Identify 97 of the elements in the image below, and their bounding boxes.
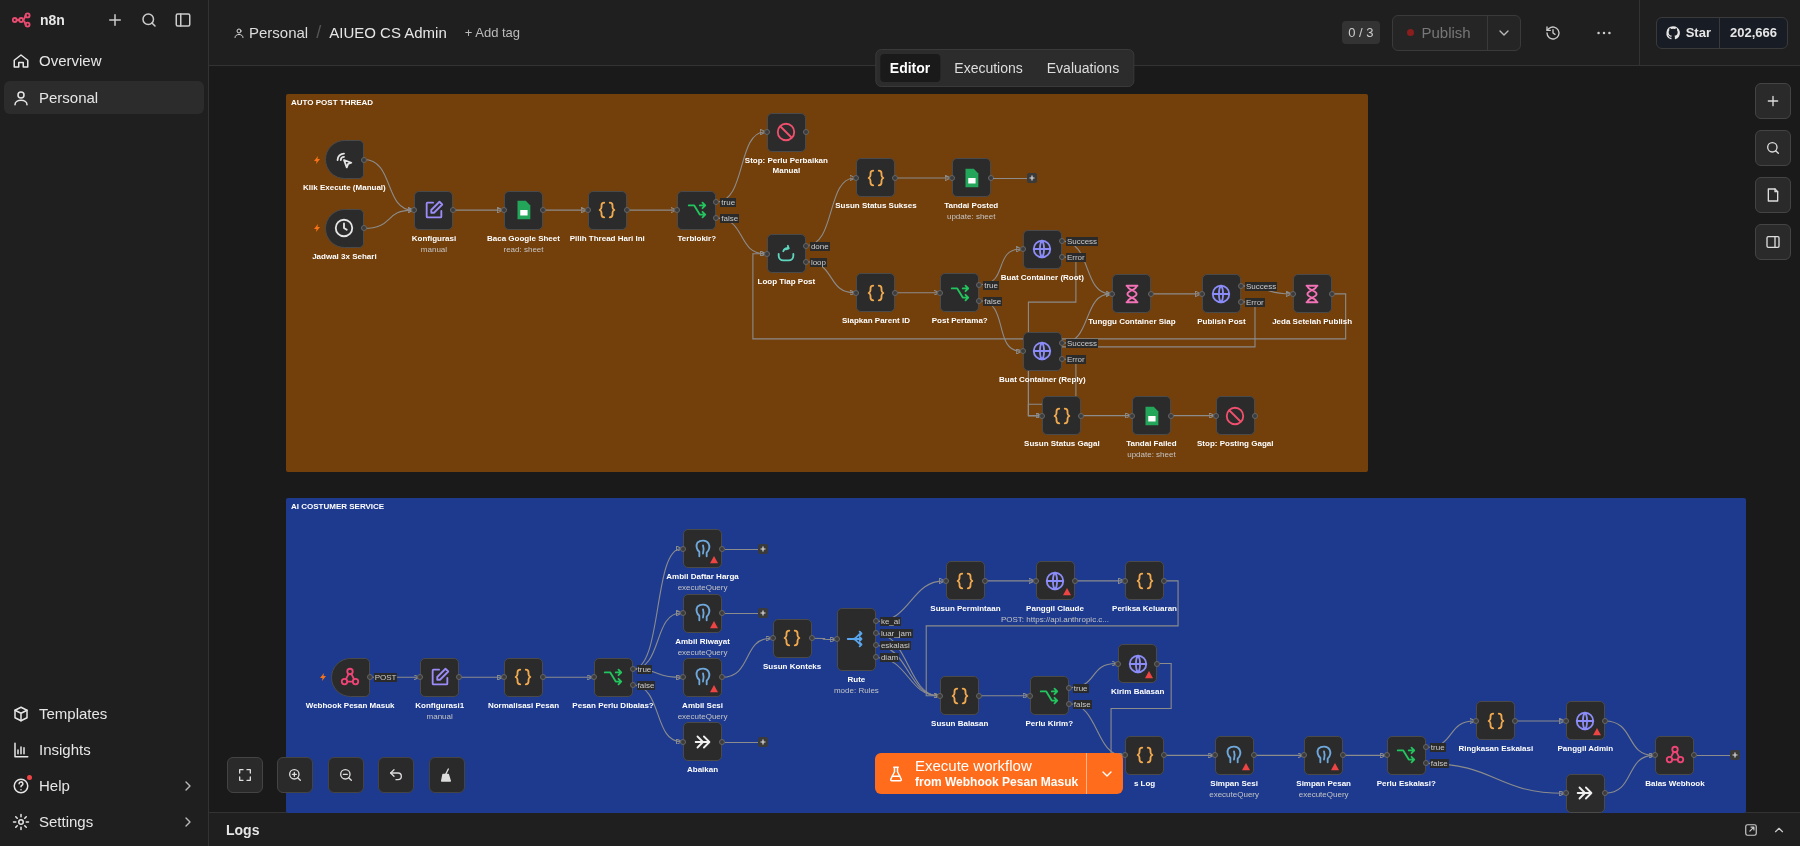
node-label: Klik Execute (Manual) (303, 183, 386, 194)
node-label: Susun Konteks (763, 661, 822, 672)
output-label: loop (809, 257, 827, 267)
node-subtitle: mode: Rules (833, 685, 879, 695)
nav-item[interactable]: Overview (4, 44, 204, 77)
output-label: Success (1244, 281, 1278, 291)
workflow-name[interactable]: AIUEO CS Admin (329, 24, 447, 41)
node-label: Baca Google Sheet (487, 233, 560, 244)
node-label: Loop Tiap Post (757, 277, 816, 288)
output-label: true (720, 198, 737, 208)
node-label: Pesan Perlu Dibalas? (572, 700, 654, 711)
add-tag-link[interactable]: + Add tag (464, 25, 521, 40)
node-label: Ambil Riwayat (675, 636, 730, 647)
node-label: Stop: Perlu Perbaikan Manual (743, 155, 829, 176)
node-label: Konfigurasi1 (415, 700, 465, 711)
node-label: Susun Permintaan (930, 604, 1001, 615)
node-label: Jadwal 3x Sehari (312, 251, 377, 262)
output-label: false (983, 296, 1003, 306)
node-label: Buat Container (Reply) (999, 374, 1086, 385)
node-subtitle: read: sheet (503, 244, 544, 254)
output-label: ke_ai (879, 617, 902, 627)
node-label: Pilih Thread Hari Ini (569, 233, 645, 244)
logs-title: Logs (226, 821, 261, 838)
nav-item[interactable]: Help (4, 769, 204, 802)
node-label: Kirim Balasan (1111, 687, 1165, 698)
node-label: Tandai Posted (944, 201, 999, 212)
node-label: Webhook Pesan Masuk (305, 700, 395, 711)
output-label: luar_jam (879, 629, 913, 639)
output-label: false (720, 214, 740, 224)
node-subtitle: executeQuery (677, 711, 728, 721)
node-label: Perlu Eskalasi? (1376, 778, 1436, 789)
brand-name: n8n (40, 12, 65, 28)
output-label: eskalasi (879, 641, 911, 651)
output-label: Error (1065, 253, 1086, 263)
node-subtitle: manual (420, 244, 448, 254)
node-subtitle: executeQuery (677, 583, 728, 593)
sticky-title: AUTO POST THREAD (291, 98, 374, 107)
node-label: Normalisasi Pesan (487, 700, 560, 711)
node-label: Jeda Setelah Publish (1272, 317, 1353, 328)
github-star-button[interactable]: Star 202,666 (1655, 16, 1788, 49)
node-label: Ringkasan Eskalasi (1458, 744, 1534, 755)
node-label: Buat Container (Root) (1000, 272, 1084, 283)
node-label: Konfigurasi (411, 233, 457, 244)
node-label: Panggil Claude (1026, 604, 1084, 615)
output-label: true (1072, 683, 1089, 693)
view-tab[interactable]: Evaluations (1036, 54, 1130, 82)
node-subtitle: executeQuery (1209, 789, 1259, 799)
breadcrumb-link[interactable]: Personal (233, 24, 309, 41)
node-subtitle: update: sheet (946, 212, 996, 222)
output-label: diam (879, 653, 900, 663)
node-label: Periksa Keluaran (1112, 604, 1177, 615)
output-label: Error (1065, 355, 1086, 365)
node-subtitle: manual (426, 711, 453, 721)
node-label: Terblokir? (677, 233, 717, 244)
output-label: true (636, 665, 653, 675)
node-label: Panggil Admin (1557, 744, 1614, 755)
node-label: Publish Post (1197, 317, 1246, 328)
output-label: POST (373, 673, 398, 683)
node-label: Rute (847, 674, 866, 685)
view-tab[interactable]: Executions (944, 54, 1033, 82)
node-subtitle: executeQuery (677, 647, 728, 657)
view-tab[interactable]: Editor (879, 54, 941, 82)
node-label: Simpan Sesi (1210, 778, 1258, 789)
output-label: false (1072, 699, 1092, 709)
node-label: Susun Balasan (931, 719, 989, 730)
output-label: Success (1065, 237, 1099, 247)
node-label: Tunggu Container Siap (1088, 317, 1176, 328)
node-subtitle: update: sheet (1127, 450, 1176, 460)
nav-item[interactable]: Templates (4, 697, 204, 730)
nav-item[interactable]: Insights (4, 733, 204, 766)
node-label: Ambil Sesi (682, 700, 723, 711)
output-label: true (1429, 743, 1446, 753)
nav-item[interactable]: Personal (4, 81, 204, 114)
sticky-title: AI COSTUMER SERVICE (291, 502, 385, 511)
output-label: true (983, 280, 999, 290)
output-label: Error (1244, 297, 1265, 307)
output-label: done (809, 241, 830, 251)
node-label: Susun Status Gagal (1024, 439, 1100, 450)
node-label: Ambil Daftar Harga (666, 572, 739, 583)
node-subtitle: executeQuery (1298, 789, 1349, 799)
output-label: false (1429, 759, 1449, 769)
output-label: Success (1065, 339, 1099, 349)
node-label: Siapkan Parent ID (841, 316, 910, 327)
node-label: Perlu Kirim? (1025, 719, 1074, 730)
step-counter: 0 / 3 (1342, 21, 1380, 44)
node-label: Abaikan (687, 765, 719, 776)
node-subtitle: POST: https://api.anthropic.c... (1000, 615, 1110, 625)
node-label: Susun Status Sukses (835, 201, 917, 212)
node-label: Balas Webhook (1645, 778, 1705, 789)
node-label: Tandai Failed (1126, 439, 1177, 450)
output-label: false (636, 681, 656, 691)
nav-item[interactable]: Settings (4, 805, 204, 838)
node-label: Post Pertama? (931, 316, 988, 327)
node-label: s Log (1133, 778, 1156, 789)
node-label: Simpan Pesan (1296, 778, 1351, 789)
breadcrumb-separator: / (316, 22, 322, 43)
node-label: Stop: Posting Gagal (1197, 439, 1274, 450)
